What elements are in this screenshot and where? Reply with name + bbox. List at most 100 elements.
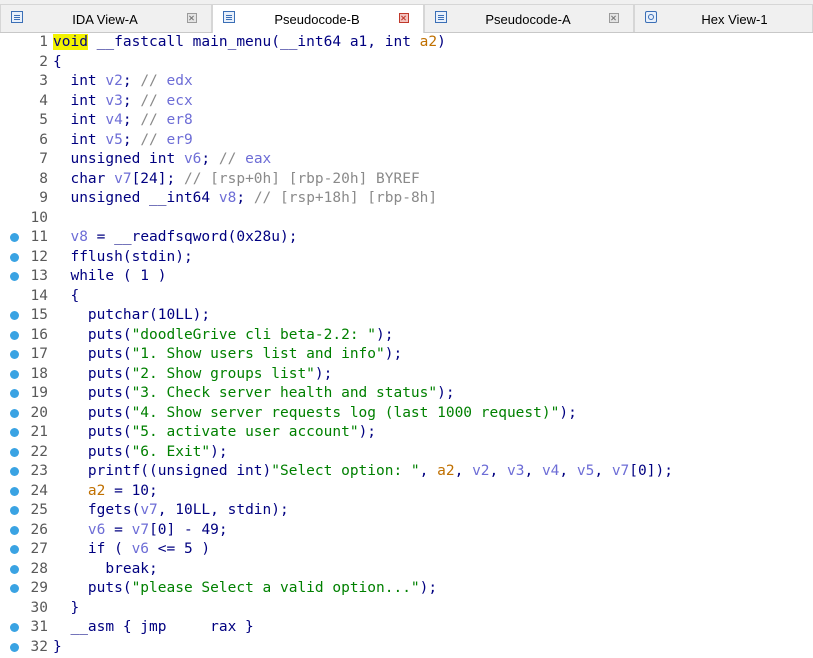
code-text[interactable]: unsigned int v6; // eax (53, 150, 271, 169)
code-text[interactable]: puts("doodleGrive cli beta-2.2: "); (53, 326, 394, 345)
line-number: 15 (30, 307, 48, 323)
code-line[interactable]: 2{ (0, 53, 813, 72)
close-icon[interactable] (187, 13, 197, 23)
code-text[interactable]: } (53, 599, 79, 618)
breakpoint-dot-icon[interactable] (10, 623, 19, 632)
code-line[interactable]: 28 break; (0, 560, 813, 579)
tab-label: Pseudocode-A (485, 12, 571, 27)
breakpoint-dot-icon[interactable] (10, 564, 19, 574)
code-text[interactable]: puts("1. Show users list and info"); (53, 345, 402, 364)
breakpoint-dot-icon[interactable] (10, 428, 19, 437)
code-line[interactable]: 1 void __fastcall main_menu(__int64 a1, i… (0, 33, 813, 52)
code-line[interactable]: 13 while ( 1 ) (0, 267, 813, 286)
pseudocode-view[interactable]: 1 void __fastcall main_menu(__int64 a1, i… (0, 33, 813, 658)
breakpoint-dot-icon[interactable] (10, 252, 19, 262)
breakpoint-dot-icon[interactable] (10, 311, 19, 320)
code-text[interactable]: { (53, 287, 79, 306)
code-text[interactable]: int v5; // er9 (53, 131, 192, 150)
code-text[interactable]: a2 = 10; (53, 482, 158, 501)
tab-pseudocode-a[interactable]: Pseudocode-A (424, 4, 634, 32)
breakpoint-dot-icon[interactable] (10, 330, 19, 340)
breakpoint-dot-icon[interactable] (10, 272, 19, 281)
code-line[interactable]: 20 puts("4. Show server requests log (la… (0, 404, 813, 423)
code-line[interactable]: 17 puts("1. Show users list and info"); (0, 345, 813, 364)
breakpoint-dot-icon[interactable] (10, 506, 19, 515)
code-text[interactable]: break; (53, 560, 157, 579)
code-line[interactable]: 23 printf((unsigned int)"Select option: … (0, 462, 813, 481)
code-line[interactable]: 26 v6 = v7[0] - 49; (0, 521, 813, 540)
code-line[interactable]: 21 puts("5. activate user account"); (0, 423, 813, 442)
code-text[interactable]: } (53, 638, 62, 657)
code-text[interactable]: puts("4. Show server requests log (last … (53, 404, 577, 423)
breakpoint-dot-icon[interactable] (10, 584, 19, 593)
code-line[interactable]: 5 int v4; // er8 (0, 111, 813, 130)
tab-label: Hex View-1 (701, 12, 768, 27)
code-text[interactable]: __asm { jmp rax } (53, 618, 253, 637)
code-text[interactable]: void __fastcall main_menu(__int64 a1, in… (53, 33, 446, 52)
code-line[interactable]: 14 { (0, 287, 813, 306)
code-text[interactable]: printf((unsigned int)"Select option: ", … (53, 462, 673, 481)
code-line[interactable]: 12 fflush(stdin); (0, 248, 813, 267)
code-line[interactable]: 31 __asm { jmp rax } (0, 618, 813, 637)
breakpoint-dot-icon[interactable] (10, 233, 19, 242)
line-number: 26 (30, 521, 48, 538)
code-text[interactable]: int v4; // er8 (53, 111, 192, 130)
code-line[interactable]: 4 int v3; // ecx (0, 92, 813, 111)
code-text[interactable]: int v3; // ecx (53, 92, 192, 111)
code-text[interactable]: char v7[24]; // [rsp+0h] [rbp-20h] BYREF (53, 170, 419, 189)
close-icon[interactable] (609, 13, 619, 23)
code-line[interactable]: 19 puts("3. Check server health and stat… (0, 384, 813, 403)
code-line[interactable]: 16 puts("doodleGrive cli beta-2.2: "); (0, 326, 813, 345)
code-line[interactable]: 7 unsigned int v6; // eax (0, 150, 813, 169)
code-line[interactable]: 18 puts("2. Show groups list"); (0, 365, 813, 384)
code-line[interactable]: 32} (0, 638, 813, 657)
code-line[interactable]: 10 (0, 209, 813, 228)
code-text[interactable]: fflush(stdin); (53, 248, 192, 267)
code-line[interactable]: 8 char v7[24]; // [rsp+0h] [rbp-20h] BYR… (0, 170, 813, 189)
code-line[interactable]: 9 unsigned __int64 v8; // [rsp+18h] [rbp… (0, 189, 813, 208)
code-text[interactable]: putchar(10LL); (53, 306, 210, 325)
code-line[interactable]: 22 puts("6. Exit"); (0, 443, 813, 462)
code-line[interactable]: 3 int v2; // edx (0, 72, 813, 91)
code-text[interactable]: puts("2. Show groups list"); (53, 365, 332, 384)
code-line[interactable]: 6 int v5; // er9 (0, 131, 813, 150)
breakpoint-dot-icon[interactable] (10, 389, 19, 398)
code-text[interactable]: { (53, 53, 62, 72)
code-line[interactable]: 27 if ( v6 <= 5 ) (0, 540, 813, 559)
code-line[interactable]: 30 } (0, 599, 813, 618)
code-text[interactable]: int v2; // edx (53, 72, 192, 91)
code-text[interactable]: if ( v6 <= 5 ) (53, 540, 210, 559)
line-number: 5 (39, 112, 48, 128)
line-number: 12 (30, 248, 48, 265)
breakpoint-dot-icon[interactable] (10, 369, 19, 379)
code-text[interactable]: puts("3. Check server health and status"… (53, 384, 455, 403)
breakpoint-dot-icon[interactable] (10, 447, 19, 457)
code-text[interactable]: v6 = v7[0] - 49; (53, 521, 228, 540)
line-number: 25 (30, 502, 48, 518)
breakpoint-dot-icon[interactable] (10, 486, 19, 496)
close-icon[interactable] (399, 13, 409, 23)
code-text[interactable]: unsigned __int64 v8; // [rsp+18h] [rbp-8… (53, 189, 437, 208)
code-text[interactable]: puts("5. activate user account"); (53, 423, 376, 442)
code-text[interactable]: v8 = __readfsqword(0x28u); (53, 228, 297, 247)
view-icon (223, 11, 235, 23)
code-line[interactable]: 29 puts("please Select a valid option...… (0, 579, 813, 598)
code-text[interactable]: puts("6. Exit"); (53, 443, 228, 462)
tab-pseudocode-b[interactable]: Pseudocode-B (212, 4, 424, 33)
code-line[interactable]: 25 fgets(v7, 10LL, stdin); (0, 501, 813, 520)
line-number: 19 (30, 385, 48, 401)
breakpoint-dot-icon[interactable] (10, 408, 19, 418)
breakpoint-dot-icon[interactable] (10, 350, 19, 359)
code-line[interactable]: 11 v8 = __readfsqword(0x28u); (0, 228, 813, 247)
code-text[interactable]: while ( 1 ) (53, 267, 166, 286)
tab-ida-view-a[interactable]: IDA View-A (0, 4, 212, 32)
tab-hex-view-1[interactable]: Hex View-1 (634, 4, 813, 32)
breakpoint-dot-icon[interactable] (10, 545, 19, 554)
code-text[interactable]: fgets(v7, 10LL, stdin); (53, 501, 289, 520)
code-line[interactable]: 15 putchar(10LL); (0, 306, 813, 325)
breakpoint-dot-icon[interactable] (10, 525, 19, 535)
breakpoint-dot-icon[interactable] (10, 642, 19, 652)
code-line[interactable]: 24 a2 = 10; (0, 482, 813, 501)
code-text[interactable]: puts("please Select a valid option..."); (53, 579, 437, 598)
breakpoint-dot-icon[interactable] (10, 467, 19, 476)
